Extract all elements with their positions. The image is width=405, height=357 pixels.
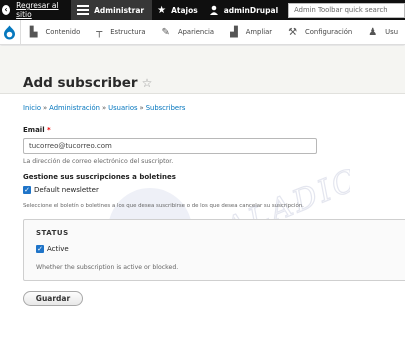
drop-icon bbox=[4, 25, 16, 39]
user-tab[interactable]: adminDrupal bbox=[204, 0, 284, 20]
wrench-icon: ⚒ bbox=[288, 26, 298, 38]
default-newsletter-checkbox[interactable]: ✓ bbox=[23, 186, 31, 194]
page-title-text: Add subscriber bbox=[23, 75, 138, 91]
tray-item-content[interactable]: ▙ Contenido bbox=[21, 20, 87, 45]
admin-toolbar: ‹ Regresar al sitio Administrar ★ Atajos… bbox=[0, 0, 405, 20]
shortcuts-tab[interactable]: ★ Atajos bbox=[152, 0, 204, 20]
paintbrush-icon: ✎ bbox=[161, 26, 170, 38]
active-description: Whether the subscription is active or bl… bbox=[36, 264, 179, 271]
tray-item-label: Configuración bbox=[305, 28, 353, 36]
active-checkbox[interactable]: ✓ bbox=[36, 245, 44, 253]
hamburger-icon bbox=[77, 3, 90, 17]
breadcrumb-link[interactable]: Usuarios bbox=[108, 104, 137, 112]
email-field[interactable]: tucorreo@tucorreo.com bbox=[23, 138, 317, 154]
back-to-site-label: Regresar al sitio bbox=[16, 1, 59, 19]
email-description: La dirección de correo electrónico del s… bbox=[23, 158, 174, 165]
breadcrumb-separator: » bbox=[101, 104, 107, 112]
required-marker: * bbox=[44, 126, 51, 134]
document-icon: ▙ bbox=[29, 26, 38, 38]
sitemap-icon: ┬ bbox=[96, 26, 103, 38]
user-label: adminDrupal bbox=[223, 5, 279, 15]
tray-item-appearance[interactable]: ✎ Apariencia bbox=[153, 20, 221, 45]
status-summary[interactable]: STATUS bbox=[36, 229, 69, 237]
breadcrumb-separator: » bbox=[43, 104, 48, 112]
email-label: Email * bbox=[23, 126, 51, 134]
email-label-text: Email bbox=[23, 126, 45, 134]
tray-item-people[interactable]: ♟ Usu bbox=[359, 20, 405, 45]
star-icon: ★ bbox=[157, 4, 167, 16]
subscriptions-description: Seleccione el boletín o boletines a los … bbox=[23, 203, 304, 209]
manage-label: Administrar bbox=[94, 5, 145, 15]
drupal-logo-icon[interactable] bbox=[0, 19, 21, 45]
save-button[interactable]: Guardar bbox=[23, 291, 83, 306]
people-icon: ♟ bbox=[368, 26, 378, 38]
breadcrumb-link[interactable]: Inicio bbox=[23, 104, 41, 112]
page-title: Add subscriber ☆ bbox=[23, 75, 152, 91]
breadcrumb-link[interactable]: Administración bbox=[49, 104, 100, 112]
manage-tab[interactable]: Administrar bbox=[71, 0, 153, 20]
shortcut-star-icon[interactable]: ☆ bbox=[142, 76, 153, 90]
newsletter-option: ✓ Default newsletter bbox=[23, 186, 99, 194]
breadcrumb: Inicio» Administración» Usuarios» Subscribe… bbox=[23, 104, 185, 112]
puzzle-icon: ▟ bbox=[230, 26, 238, 38]
tray-item-configuration[interactable]: ⚒ Configuración bbox=[279, 20, 359, 45]
breadcrumb-separator: » bbox=[139, 104, 144, 112]
active-option: ✓ Active bbox=[36, 245, 69, 253]
shortcuts-label: Atajos bbox=[171, 5, 198, 15]
tray-item-extend[interactable]: ▟ Ampliar bbox=[221, 20, 279, 45]
tray-item-label: Estructura bbox=[110, 28, 146, 36]
breadcrumb-link[interactable]: Subscribers bbox=[146, 104, 186, 112]
back-to-site-link[interactable]: ‹ Regresar al sitio bbox=[0, 0, 71, 20]
active-label[interactable]: Active bbox=[47, 245, 69, 253]
tray-item-label: Apariencia bbox=[177, 28, 215, 36]
tray-item-label: Usu bbox=[385, 28, 398, 36]
tray-item-label: Contenido bbox=[45, 28, 81, 36]
toolbar-tray: ▙ Contenido ┬ Estructura ✎ Apariencia ▟ … bbox=[0, 19, 405, 45]
back-arrow-icon: ‹ bbox=[2, 5, 11, 15]
quick-search-input[interactable]: Admin Toolbar quick search bbox=[288, 2, 405, 18]
default-newsletter-label[interactable]: Default newsletter bbox=[34, 186, 99, 194]
person-icon bbox=[209, 5, 218, 15]
status-details: STATUS ✓ Active Whether the subscription… bbox=[23, 219, 405, 281]
tray-item-structure[interactable]: ┬ Estructura bbox=[87, 20, 152, 45]
tray-item-label: Ampliar bbox=[245, 28, 273, 36]
subscriptions-heading: Gestione sus suscripciones a boletines bbox=[23, 173, 176, 181]
